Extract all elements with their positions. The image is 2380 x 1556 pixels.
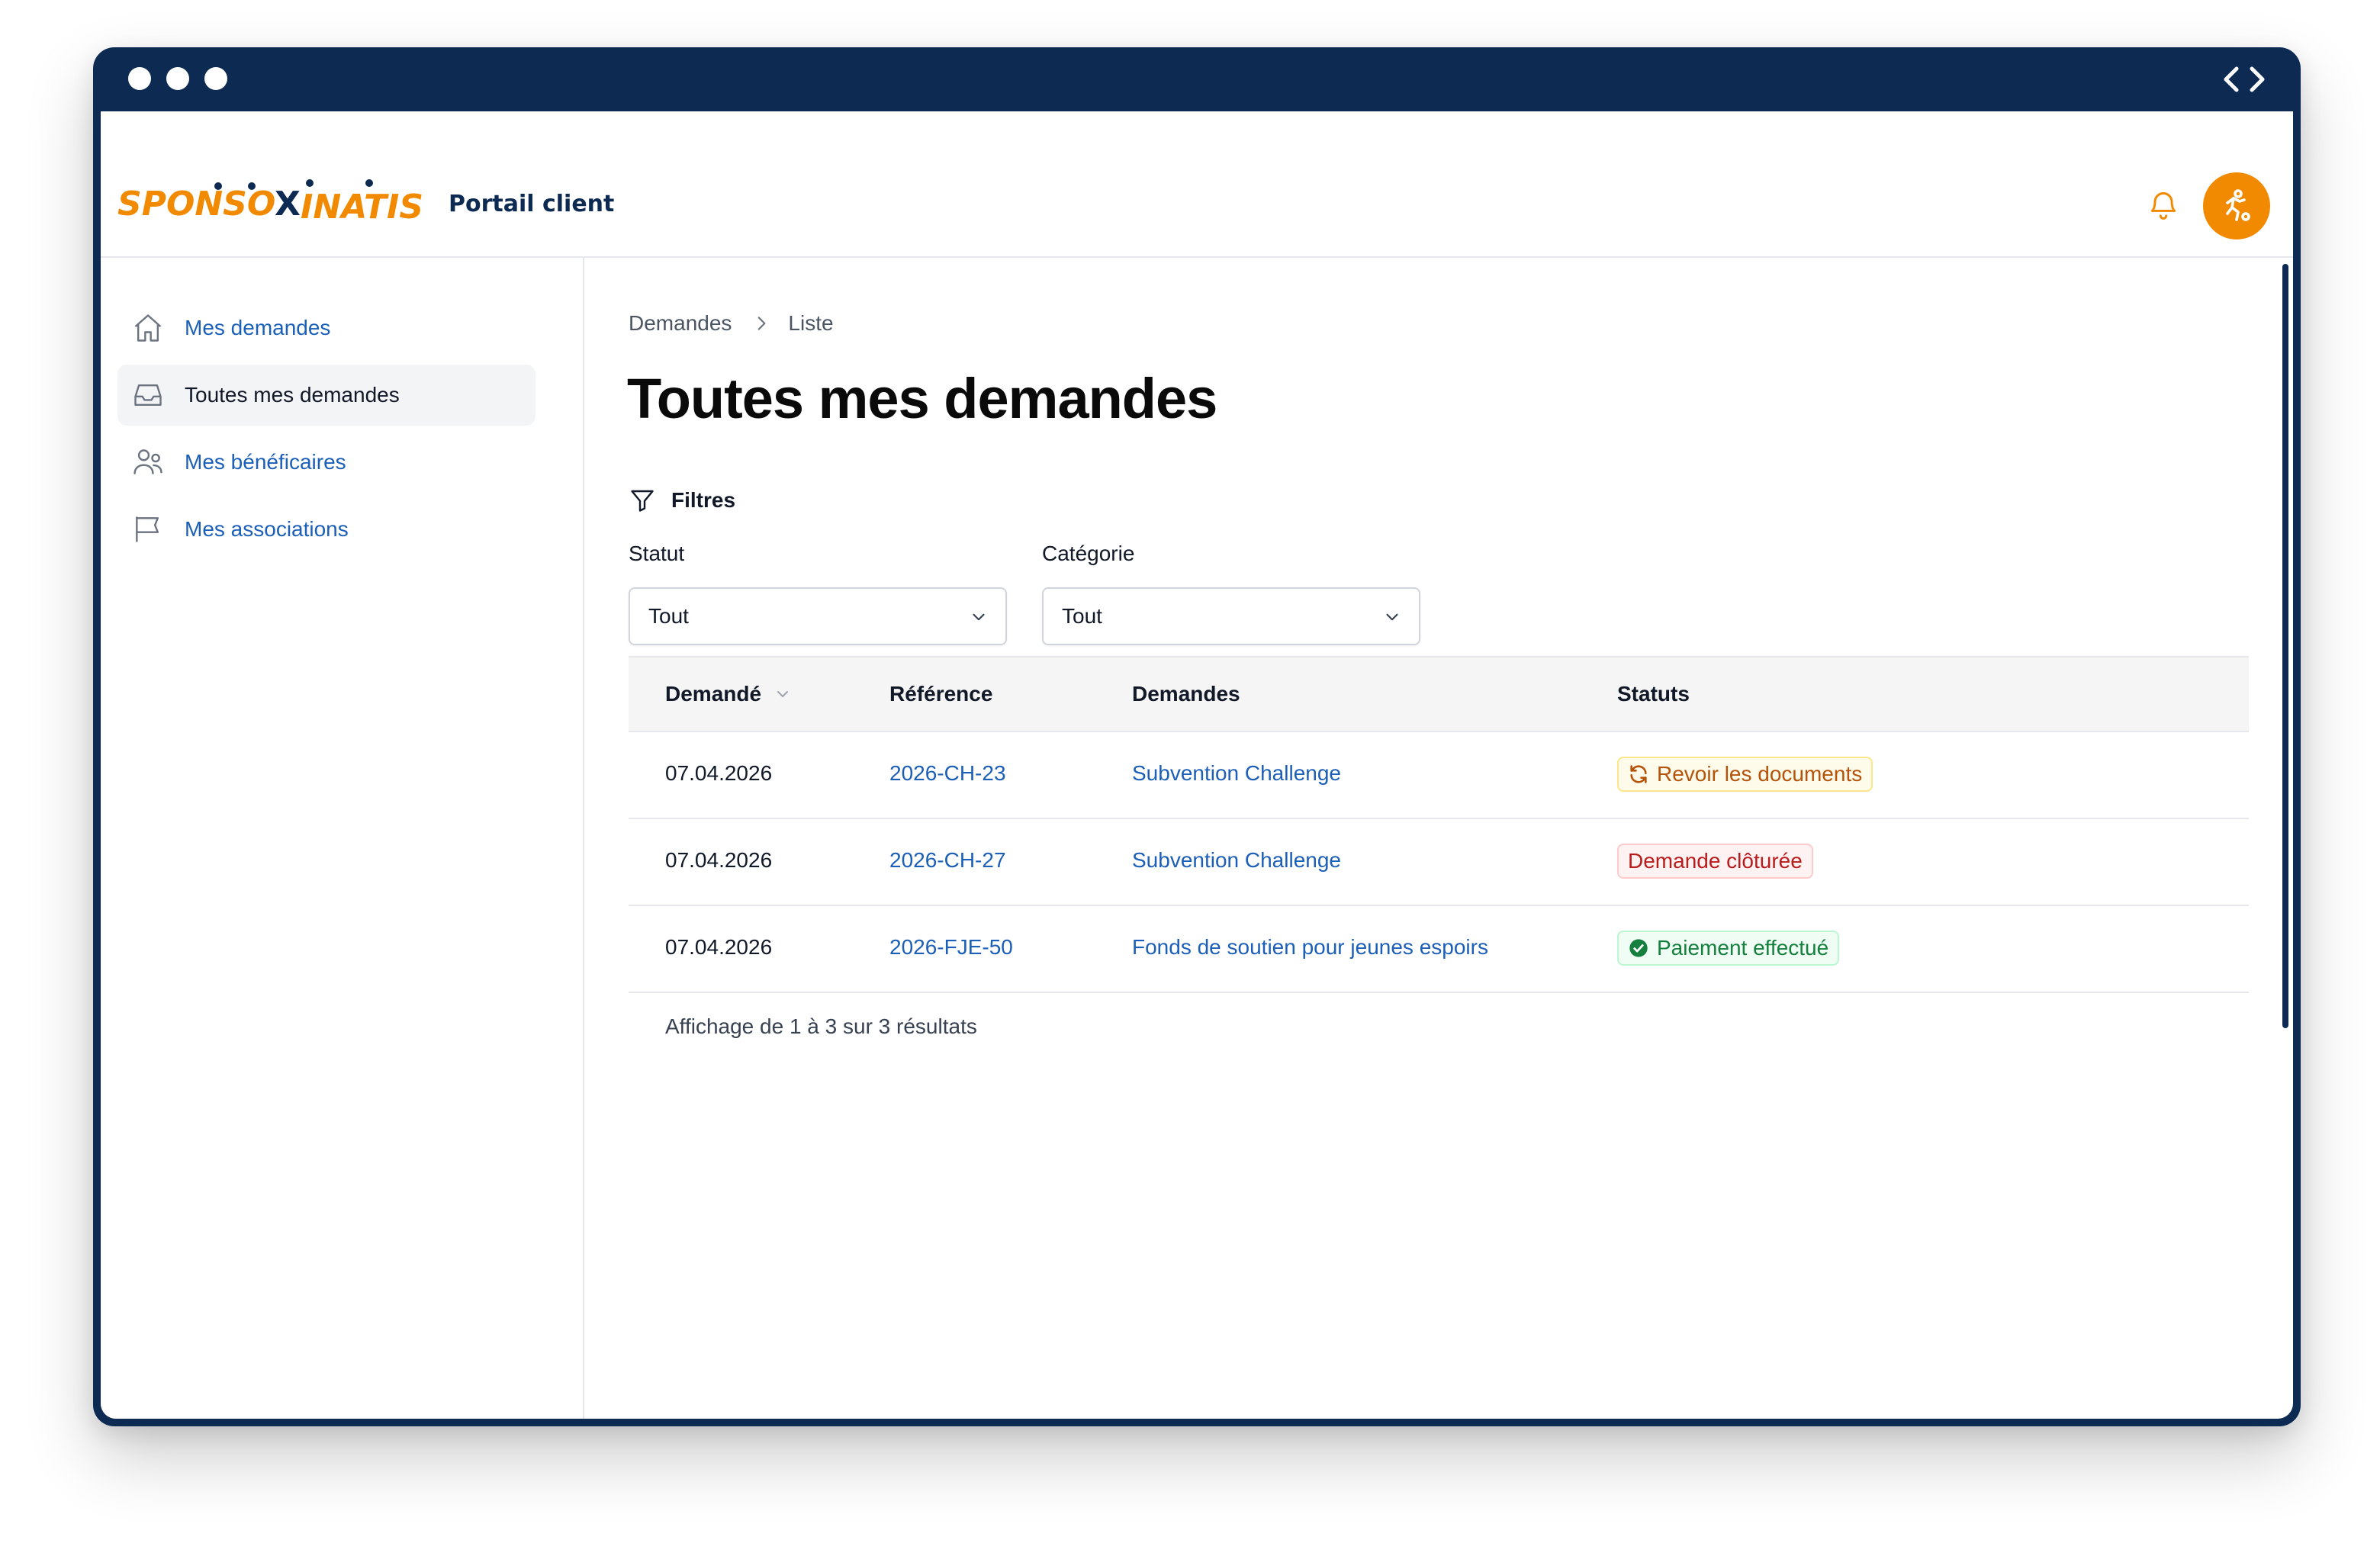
portal-title: Portail client xyxy=(449,191,615,217)
requests-table: Demandé Référence Demandes Statuts 07.04… xyxy=(629,656,2249,993)
cell-reference-link[interactable]: 2026-FJE-50 xyxy=(889,935,1013,960)
page-title: Toutes mes demandes xyxy=(627,367,1217,430)
column-header-demandes: Demandes xyxy=(1132,682,1240,706)
chevron-down-icon xyxy=(1386,613,1398,621)
chevron-right-icon xyxy=(758,317,766,330)
app-viewport: SPONSO X INATIS Portail client Mes deman… xyxy=(101,111,2293,1419)
sidebar-item-mes-beneficaires[interactable]: Mes bénéficaires xyxy=(117,432,536,493)
window-titlebar xyxy=(93,47,2301,111)
cell-request-link[interactable]: Fonds de soutien pour jeunes espoirs xyxy=(1132,935,1488,960)
status-badge-label: Demande clôturée xyxy=(1628,849,1803,873)
table-row: 07.04.2026 2026-CH-27 Subvention Challen… xyxy=(629,819,2249,906)
app-header: SPONSO X INATIS Portail client xyxy=(101,111,2293,258)
cell-date: 07.04.2026 xyxy=(665,761,773,785)
avatar[interactable] xyxy=(2203,172,2270,240)
main-content: Demandes Liste Toutes mes demandes Filtr… xyxy=(586,258,2293,1419)
status-filter-select[interactable]: Tout xyxy=(629,587,1007,645)
cell-request-link[interactable]: Subvention Challenge xyxy=(1132,761,1341,786)
breadcrumb-current: Liste xyxy=(788,311,834,335)
column-header-label: Demandé xyxy=(665,682,762,706)
svg-text:X: X xyxy=(275,185,301,223)
column-header-reference: Référence xyxy=(889,682,993,706)
sidebar: Mes demandes Toutes mes demandes Mes bén… xyxy=(101,258,584,1419)
window-dot xyxy=(166,67,189,90)
sidebar-item-label: Mes associations xyxy=(185,517,349,541)
chevron-down-icon xyxy=(973,613,985,621)
flag-icon xyxy=(136,516,159,542)
cell-reference-link[interactable]: 2026-CH-27 xyxy=(889,848,1006,873)
cell-request-link[interactable]: Subvention Challenge xyxy=(1132,848,1341,873)
sidebar-item-toutes-mes-demandes[interactable]: Toutes mes demandes xyxy=(117,365,536,426)
category-filter-value: Tout xyxy=(1062,604,1102,628)
browser-window: SPONSO X INATIS Portail client Mes deman… xyxy=(93,47,2301,1426)
sort-chevron-icon xyxy=(777,691,789,697)
scrollbar[interactable] xyxy=(2282,264,2288,1028)
status-badge-label: Paiement effectué xyxy=(1657,936,1829,960)
status-badge-label: Revoir les documents xyxy=(1657,762,1863,786)
cell-date: 07.04.2026 xyxy=(665,848,773,872)
svg-text:INATIS: INATIS xyxy=(301,188,423,227)
table-row: 07.04.2026 2026-FJE-50 Fonds de soutien … xyxy=(629,906,2249,993)
cell-date: 07.04.2026 xyxy=(665,935,773,959)
window-dot xyxy=(204,67,227,90)
sponso-inatis-logo[interactable]: SPONSO X INATIS xyxy=(117,178,423,232)
sidebar-item-mes-demandes[interactable]: Mes demandes xyxy=(117,297,536,358)
bell-icon[interactable] xyxy=(2147,189,2180,223)
category-filter-label: Catégorie xyxy=(1042,542,1135,565)
filters-label: Filtres xyxy=(671,488,736,512)
column-header-statuts: Statuts xyxy=(1617,682,1690,706)
status-badge: Paiement effectué xyxy=(1617,931,1840,966)
status-badge: Revoir les documents xyxy=(1617,757,1873,792)
sidebar-item-label: Toutes mes demandes xyxy=(185,383,400,407)
table-row: 07.04.2026 2026-CH-23 Subvention Challen… xyxy=(629,732,2249,819)
status-filter-value: Tout xyxy=(648,604,689,628)
users-icon xyxy=(133,449,162,474)
sidebar-item-label: Mes bénéficaires xyxy=(185,450,346,474)
status-badge: Demande clôturée xyxy=(1617,844,1813,879)
check-circle-icon xyxy=(1629,939,1648,957)
column-header-demande[interactable]: Demandé xyxy=(665,682,792,706)
results-summary: Affichage de 1 à 3 sur 3 résultats xyxy=(665,1014,977,1038)
sidebar-item-mes-associations[interactable]: Mes associations xyxy=(117,499,536,560)
window-dot xyxy=(128,67,151,90)
breadcrumb: Demandes Liste xyxy=(629,311,834,336)
status-filter-label: Statut xyxy=(629,542,685,565)
player-icon xyxy=(2226,189,2250,221)
filters-heading: Filtres xyxy=(629,487,735,514)
table-header: Demandé Référence Demandes Statuts xyxy=(629,656,2249,732)
sidebar-item-label: Mes demandes xyxy=(185,316,331,339)
home-icon xyxy=(134,314,162,342)
code-icon[interactable] xyxy=(2220,63,2269,96)
svg-text:SPONSO: SPONSO xyxy=(117,185,275,223)
cell-reference-link[interactable]: 2026-CH-23 xyxy=(889,761,1006,786)
category-filter-select[interactable]: Tout xyxy=(1042,587,1420,645)
inbox-icon xyxy=(134,384,162,407)
breadcrumb-root[interactable]: Demandes xyxy=(629,311,732,336)
filter-icon xyxy=(631,490,654,512)
refresh-icon xyxy=(1630,765,1647,783)
